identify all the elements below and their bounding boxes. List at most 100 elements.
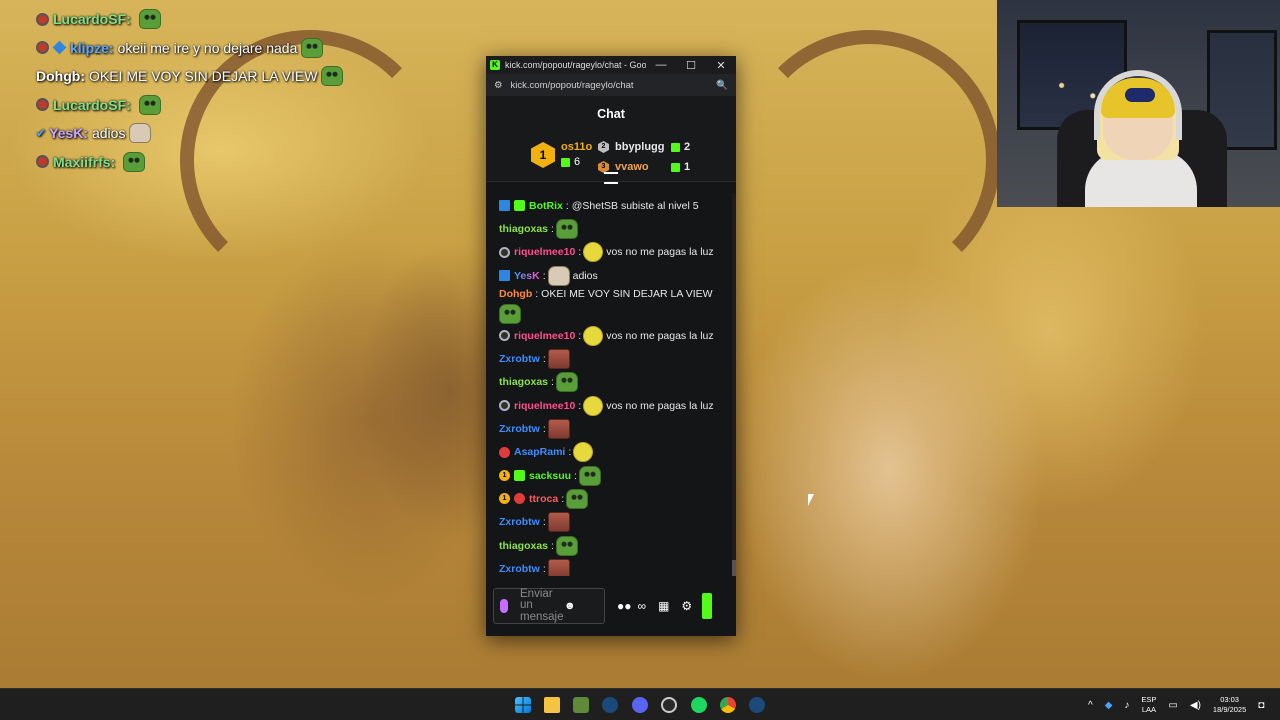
pepe-emote[interactable] — [555, 535, 578, 556]
chat-message[interactable]: 1 ttroca: — [499, 487, 736, 510]
chat-username[interactable]: riquelmee10 — [514, 399, 575, 413]
meat-emote[interactable] — [547, 558, 570, 576]
leaderboard-first[interactable]: 1 os11o 6 — [531, 140, 592, 170]
chat-username[interactable]: thiagoxas — [499, 539, 548, 553]
chat-message[interactable]: riquelmee10: vos no me pagas la luz — [499, 324, 736, 347]
chat-message[interactable]: Zxrobtw: — [499, 511, 736, 534]
steam-alt-icon[interactable] — [749, 697, 765, 713]
chat-message[interactable]: AsapRami: — [499, 441, 736, 464]
chat-input[interactable]: Enviar un mensaje ☻ — [493, 588, 605, 624]
chat-message[interactable]: 1 sacksuu: — [499, 464, 736, 487]
leaderboard-first-count: 6 — [574, 156, 581, 168]
chat-message[interactable]: Zxrobtw: — [499, 347, 736, 370]
pepe-emote[interactable] — [555, 372, 578, 393]
clock[interactable]: 03:03 18/9/2025 — [1213, 695, 1246, 715]
collapse-pinned-icon[interactable] — [604, 172, 618, 184]
steam-icon[interactable] — [602, 697, 618, 713]
chat-message[interactable]: riquelmee10: vos no me pagas la luz — [499, 241, 736, 264]
microphone-icon[interactable] — [500, 599, 508, 613]
chrome-icon[interactable] — [720, 697, 736, 713]
chat-username[interactable]: ttroca — [529, 492, 558, 506]
security-shield-icon[interactable]: ◆ — [1105, 700, 1113, 711]
close-button[interactable]: ✕ — [706, 59, 736, 72]
send-button[interactable] — [702, 593, 713, 619]
ring-badge-icon[interactable] — [499, 330, 510, 342]
chat-message-list[interactable]: BotRix: @ShetSB subiste al nivel 5 thiagox… — [486, 194, 736, 576]
red-badge-icon[interactable] — [514, 493, 525, 505]
bot-badge-icon[interactable] — [499, 200, 510, 212]
pepe-emote[interactable] — [555, 218, 578, 239]
minimize-button[interactable]: — — [646, 59, 676, 71]
overlay-chat-line: klipze: okeii me ire y no dejare nada — [36, 34, 396, 63]
notification-bell-icon[interactable]: ◘ — [1258, 700, 1264, 711]
site-settings-icon[interactable]: ⚙ — [494, 80, 503, 91]
ring-badge-icon[interactable] — [499, 400, 510, 412]
pepe-emote[interactable] — [499, 304, 521, 325]
pepe-emote[interactable] — [578, 465, 601, 486]
chat-username[interactable]: BotRix — [529, 199, 563, 213]
rank-badge-icon[interactable]: 1 — [499, 493, 510, 505]
chat-message[interactable]: Dohgb: OKEI ME VOY SIN DEJAR LA VIEW — [499, 287, 736, 325]
infinity-icon[interactable]: ∞ — [638, 599, 647, 613]
face-emote[interactable] — [573, 442, 594, 463]
discord-icon[interactable] — [632, 697, 648, 713]
chat-message[interactable]: BotRix: @ShetSB subiste al nivel 5 — [499, 194, 736, 217]
chat-username[interactable]: AsapRami — [514, 445, 565, 459]
face-emote[interactable] — [583, 325, 604, 346]
chat-username[interactable]: Zxrobtw — [499, 352, 540, 366]
file-explorer-icon[interactable] — [544, 697, 560, 713]
tray-overflow-chevron-icon[interactable]: ^ — [1088, 700, 1093, 711]
obs-icon[interactable] — [661, 697, 677, 713]
spotify-icon[interactable] — [691, 697, 707, 713]
meat-emote[interactable] — [547, 419, 570, 440]
pepe-emote[interactable] — [566, 488, 589, 509]
chat-tools-icon[interactable]: ●● — [617, 599, 632, 613]
address-bar[interactable]: ⚙ kick.com/popout/rageylo/chat 🔍 — [486, 74, 736, 96]
leaderboard-second[interactable]: 2 bbyplugg 2 — [598, 137, 690, 157]
zoom-icon[interactable]: 🔍 — [716, 80, 728, 91]
chat-message[interactable]: Zxrobtw: — [499, 417, 736, 440]
face-emote[interactable] — [583, 242, 604, 263]
chat-username[interactable]: Zxrobtw — [499, 562, 540, 576]
chat-message[interactable]: YesK: adios — [499, 264, 736, 287]
red-badge-icon[interactable] — [499, 446, 510, 458]
chat-message[interactable]: thiagoxas: — [499, 217, 736, 240]
chat-username[interactable]: Dohgb — [499, 287, 532, 301]
chat-username[interactable]: riquelmee10 — [514, 245, 575, 259]
network-icon[interactable]: ▭ — [1168, 700, 1177, 711]
username-separator: : — [542, 516, 546, 529]
cat-emote[interactable] — [547, 265, 570, 286]
rank-badge-icon[interactable]: 1 — [499, 470, 510, 482]
window-titlebar[interactable]: K kick.com/popout/rageylo/chat - Goog...… — [486, 56, 736, 74]
chat-username[interactable]: Zxrobtw — [499, 422, 540, 436]
url-text[interactable]: kick.com/popout/rageylo/chat — [511, 80, 717, 91]
chat-message[interactable]: thiagoxas: — [499, 371, 736, 394]
gift-badge-icon[interactable] — [514, 200, 525, 212]
chat-username[interactable]: thiagoxas — [499, 222, 548, 236]
chat-message[interactable]: riquelmee10: vos no me pagas la luz — [499, 394, 736, 417]
chat-scrollbar[interactable] — [732, 194, 736, 576]
store-icon[interactable]: ▦ — [658, 599, 669, 613]
game-app-icon[interactable] — [573, 697, 589, 713]
settings-gear-icon[interactable]: ⚙ — [681, 599, 692, 613]
ring-badge-icon[interactable] — [499, 246, 510, 258]
volume-icon[interactable]: ◀) — [1190, 700, 1201, 711]
gift-badge-icon[interactable] — [514, 470, 525, 482]
maximize-button[interactable]: ☐ — [676, 59, 706, 72]
chat-username[interactable]: thiagoxas — [499, 375, 548, 389]
chat-username[interactable]: riquelmee10 — [514, 329, 575, 343]
face-emote[interactable] — [583, 395, 604, 416]
emote-picker-icon[interactable]: ☻ — [564, 600, 576, 612]
bot-badge-icon[interactable] — [499, 270, 510, 282]
meat-emote[interactable] — [547, 349, 570, 370]
start-windows-icon[interactable] — [515, 697, 531, 713]
meat-emote[interactable] — [547, 512, 570, 533]
microphone-tray-icon[interactable]: ♪ — [1124, 700, 1129, 711]
chat-username[interactable]: Zxrobtw — [499, 515, 540, 529]
chat-username[interactable]: YesK — [514, 269, 540, 283]
chat-message[interactable]: thiagoxas: — [499, 534, 736, 557]
chat-username[interactable]: sacksuu — [529, 469, 571, 483]
language-indicator[interactable]: ESP LAA — [1141, 695, 1156, 715]
chat-message[interactable]: Zxrobtw: — [499, 557, 736, 576]
chat-scroll-thumb[interactable] — [732, 560, 736, 576]
